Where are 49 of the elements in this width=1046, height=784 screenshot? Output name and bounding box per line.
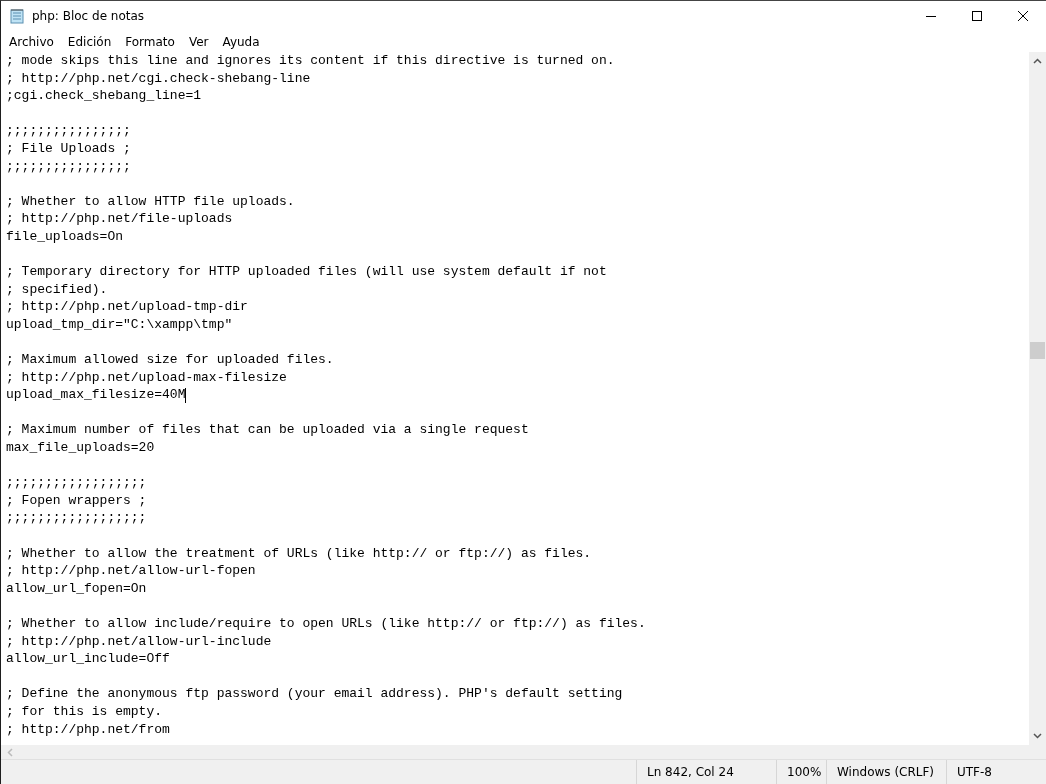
code-line: ; Maximum number of files that can be uploaded via a single request [6, 421, 529, 440]
scroll-up-icon [1033, 58, 1042, 64]
menu-item[interactable]: Ayuda [215, 31, 267, 52]
notepad-icon [9, 8, 25, 24]
scroll-left-icon [7, 747, 13, 757]
code-line: ; http://php.net/upload-max-filesize [6, 368, 287, 387]
scroll-down-icon [1033, 733, 1042, 739]
code-line: ;;;;;;;;;;;;;;;;;; [6, 474, 147, 492]
code-line: ; Fopen wrappers ; [6, 491, 147, 510]
code-line: ; Temporary directory for HTTP uploaded files (will use system default if not [6, 263, 607, 281]
line-endings: Windows (CRLF) [826, 760, 946, 784]
maximize-icon [972, 11, 982, 21]
horizontal-scrollbar[interactable] [1, 745, 1046, 760]
menu-item[interactable]: Ver [181, 31, 216, 52]
code-line: file_uploads=On [6, 227, 124, 246]
code-line: ; http://php.net/allow-url-fopen [6, 562, 256, 580]
cursor-position: Ln 842, Col 24 [636, 760, 776, 784]
code-line: ; http://php.net/upload-tmp-dir [6, 298, 248, 316]
code-line: ; for this is empty. [6, 702, 163, 721]
close-icon [1018, 11, 1028, 21]
code-line: ; mode skips this line and ignores its content if this directive is turned on. [6, 52, 615, 70]
code-line: ; Define the anonymous ftp password (your email address). PHP's default setting [6, 685, 623, 703]
code-line: ; specified). [6, 280, 108, 299]
code-line: ; http://php.net/cgi.check-shebang-line [6, 69, 311, 88]
code-line: ;cgi.check_shebang_line=1 [6, 87, 202, 105]
code-line: ; File Uploads ; [6, 139, 131, 158]
code-line: max_file_uploads=20 [6, 439, 155, 457]
code-line: upload_max_filesize=40M [6, 386, 186, 404]
code-line: upload_tmp_dir="C:\xampp\tmp" [6, 315, 233, 334]
encoding: UTF-8 [946, 760, 1046, 784]
zoom-level: 100% [776, 760, 826, 784]
scroll-thumb[interactable] [1030, 342, 1045, 359]
window-title: php: Bloc de notas [32, 9, 145, 23]
code-line: ;;;;;;;;;;;;;;;; [6, 157, 131, 176]
code-line: ;;;;;;;;;;;;;;;;;; [6, 509, 147, 528]
code-line: ; Whether to allow HTTP file uploads. [6, 192, 295, 211]
code-line: ; http://php.net/from [6, 720, 170, 739]
code-line: allow_url_include=Off [6, 650, 170, 668]
menu-item[interactable]: Archivo [2, 31, 61, 52]
menu-item[interactable]: Edición [60, 31, 119, 52]
menu-item[interactable]: Formato [118, 31, 182, 52]
vertical-scrollbar[interactable] [1029, 52, 1046, 745]
code-line: allow_url_fopen=On [6, 579, 147, 598]
code-line: ; Maximum allowed size for uploaded files. [6, 351, 334, 369]
code-line: ;;;;;;;;;;;;;;;; [6, 122, 131, 140]
code-line: ; Whether to allow the treatment of URLs (like http:// or ftp://) as files. [6, 544, 592, 563]
code-line: ; http://php.net/allow-url-include [6, 632, 272, 651]
code-line: ; Whether to allow include/require to open URLs (like http:// or ftp://) as files. [6, 615, 646, 633]
code-line: ; http://php.net/file-uploads [6, 210, 233, 228]
